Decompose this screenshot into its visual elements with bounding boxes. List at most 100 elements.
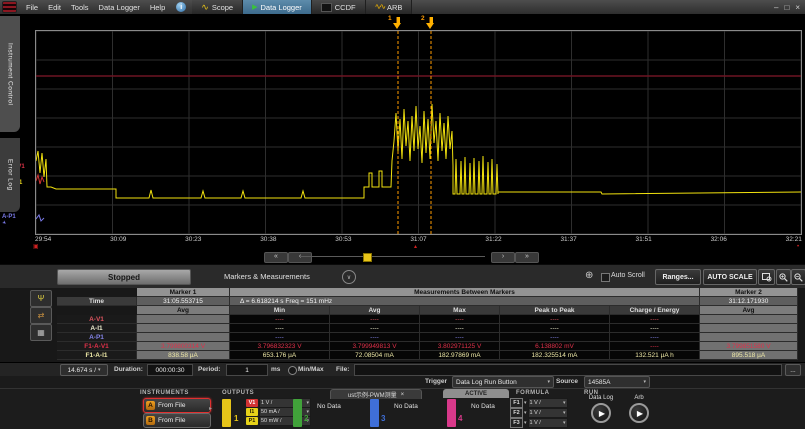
menu-item[interactable]: Tools xyxy=(66,3,94,12)
marker2-header[interactable]: Marker 2 xyxy=(700,288,798,297)
max-cell: 182.97869 mA xyxy=(420,351,500,360)
tab-data-logger-label: Data Logger xyxy=(260,3,301,12)
markers-pair-button[interactable]: ⇄ xyxy=(30,307,52,324)
channel-name-cell: A-P1 xyxy=(57,333,137,342)
chevron-down-icon[interactable]: ▾ xyxy=(524,420,527,426)
formula-scale-dropdown[interactable]: 1 V / ▾ xyxy=(528,418,568,428)
sample-rate-dropdown[interactable]: 14.674 s / ▾ xyxy=(60,364,108,376)
chevron-down-icon[interactable]: ▾ xyxy=(524,400,527,406)
marker2-handle[interactable]: 2 xyxy=(426,15,435,29)
file-browse-button[interactable]: ... xyxy=(785,364,801,376)
play-button[interactable]: ▶ xyxy=(629,403,649,423)
zoom-region-icon xyxy=(762,272,772,282)
zoom-out-button[interactable] xyxy=(791,269,805,285)
formula-scale-dropdown[interactable]: 1 V / ▾ xyxy=(528,408,568,418)
instrument-a-icon: A xyxy=(146,401,155,410)
auto-scroll-checkbox[interactable] xyxy=(601,273,610,282)
info-icon[interactable]: i xyxy=(176,2,186,12)
formula-badge[interactable]: F2 xyxy=(510,408,523,418)
menu-item[interactable]: Help xyxy=(145,3,170,12)
marker-tool-button[interactable]: Ψ xyxy=(30,290,52,307)
minmax-label: Min/Max xyxy=(298,366,324,373)
tab-ccdf[interactable]: CCDF xyxy=(312,0,366,14)
outputs-title: OUTPUTS xyxy=(222,390,254,396)
period-input[interactable]: 1 xyxy=(226,364,268,376)
stopped-status-button[interactable]: Stopped xyxy=(57,269,191,285)
zoom-region-button[interactable] xyxy=(758,269,775,285)
output-channel[interactable]: 4 No Data xyxy=(447,389,517,429)
play-button[interactable]: ▶ xyxy=(591,403,611,423)
channel-number: 2 xyxy=(304,414,308,423)
sample-rate-value: 14.674 s / xyxy=(67,367,96,374)
formula-badge[interactable]: F3 xyxy=(510,418,523,428)
scroll-next-button[interactable]: › xyxy=(491,252,515,263)
source-dropdown[interactable]: 14585A ▾ xyxy=(584,376,650,388)
tab-scope[interactable]: ∿ Scope xyxy=(192,0,243,14)
chevron-down-icon[interactable]: ▾ xyxy=(524,410,527,416)
minmax-checkbox[interactable] xyxy=(288,366,297,375)
chevron-down-icon: ▾ xyxy=(563,420,566,426)
tab-data-logger[interactable]: ▶ Data Logger xyxy=(243,0,312,14)
channel-label[interactable]: A-P1 ➤ xyxy=(2,214,34,226)
formula-title: FORMULA xyxy=(516,390,550,396)
formula-scale-dropdown[interactable]: 1 V / ▾ xyxy=(528,398,568,408)
minimize-button[interactable]: – xyxy=(774,3,778,12)
scroll-thumb[interactable] xyxy=(363,253,372,262)
channel-pointer-icon: ➤ xyxy=(1,219,8,226)
measurements-table: Marker 1 Measurements Between Markers Ma… xyxy=(57,288,798,360)
tab-arb[interactable]: ∿∿ ARB xyxy=(366,0,413,14)
chart-toolbar: Stopped Markers & Measurements ∨ ⊕ Auto … xyxy=(0,264,805,289)
waveform-plot[interactable] xyxy=(35,30,802,235)
measurement-grid-button[interactable]: ▦ xyxy=(30,324,52,341)
channel-color-bar xyxy=(447,399,456,427)
chevron-down-icon: ▾ xyxy=(563,410,566,416)
scroll-first-button[interactable]: « xyxy=(264,252,288,263)
tab-scope-label: Scope xyxy=(212,3,233,12)
source-value: 14585A xyxy=(588,379,610,386)
trigger-dropdown[interactable]: Data Log Run Button ▾ xyxy=(452,376,554,388)
menu-item[interactable]: Data Logger xyxy=(94,3,145,12)
period-unit-label: ms xyxy=(271,366,280,373)
ranges-button[interactable]: Ranges... xyxy=(655,269,701,285)
sidebar-tab-instrument-control[interactable]: Instrument Control xyxy=(0,16,20,132)
menu-item[interactable]: Edit xyxy=(43,3,66,12)
axis-marker-icon: ▣ xyxy=(33,244,39,250)
sidebar-tab-label: Error Log xyxy=(7,159,14,191)
output-channel[interactable]: 2 No Data xyxy=(293,389,363,429)
duration-value[interactable]: 000:00:30 xyxy=(147,364,193,376)
col-header-peak-to-peak: Peak to Peak xyxy=(500,306,610,315)
fit-view-icon[interactable]: ⊕ xyxy=(585,271,593,281)
collapse-panel-button[interactable]: ∨ xyxy=(342,270,356,284)
formula-badge[interactable]: F1 xyxy=(510,398,523,408)
close-button[interactable]: × xyxy=(795,3,800,12)
marker1-avg-cell: 3.799800314 V xyxy=(137,342,230,351)
charge-energy-cell: ---- xyxy=(610,342,700,351)
marker2-avg-cell xyxy=(700,324,798,333)
marker1-header[interactable]: Marker 1 xyxy=(137,288,230,297)
formula-row: F2 ▾ 1 V / ▾ xyxy=(510,408,568,417)
file-input[interactable] xyxy=(354,364,782,376)
scroll-last-button[interactable]: » xyxy=(515,252,539,263)
charge-energy-cell: ---- xyxy=(610,324,700,333)
peak-to-peak-cell: ---- xyxy=(500,333,610,342)
menu-item[interactable]: File xyxy=(21,3,43,12)
marker1-handle[interactable]: 1 xyxy=(393,15,402,29)
file-label: File: xyxy=(336,366,349,373)
sidebar-tab-error-log[interactable]: Error Log xyxy=(0,138,20,212)
restore-button[interactable]: □ xyxy=(784,3,789,12)
instrument-a-label: From File xyxy=(158,402,185,409)
auto-scale-button[interactable]: AUTO SCALE xyxy=(703,269,757,285)
instrument-a-button[interactable]: A From File xyxy=(143,398,211,413)
output-channel[interactable]: 3 No Data xyxy=(370,389,440,429)
scroll-prev-button[interactable]: ‹ xyxy=(288,252,312,263)
run-button-label: Data Log xyxy=(589,395,613,401)
sine-icon: ∿ xyxy=(201,4,209,10)
max-cell: ---- xyxy=(420,324,500,333)
scroll-track[interactable] xyxy=(301,256,485,257)
instruments-expander-icon[interactable]: ▸ xyxy=(209,405,212,412)
instrument-b-button[interactable]: B From File xyxy=(143,413,211,428)
max-cell: 3.802971125 V xyxy=(420,342,500,351)
zoom-in-button[interactable] xyxy=(776,269,791,285)
measurement-grid-icon: ▦ xyxy=(37,328,45,337)
channel-color-bar xyxy=(370,399,379,427)
